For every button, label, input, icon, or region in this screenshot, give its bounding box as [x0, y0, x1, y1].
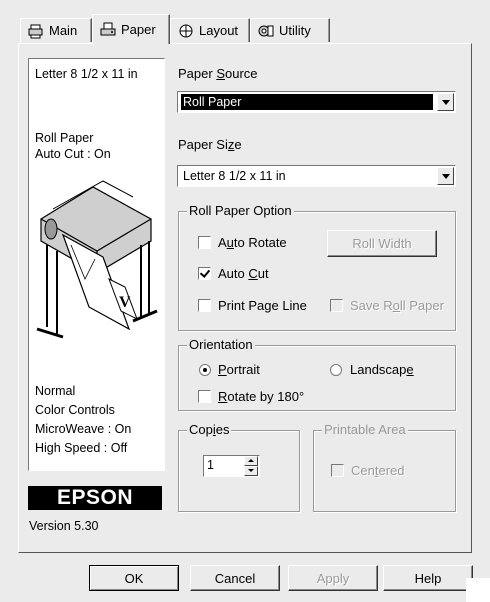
printer-properties-dialog: Main Paper Layout Utility Letter 8 1/2 x… [0, 0, 490, 602]
tab-layout-label: Layout [199, 23, 239, 38]
roll-printer-illustration: V [36, 180, 158, 339]
summary-auto-cut: Auto Cut : On [35, 147, 111, 161]
driver-version: Version 5.30 [29, 519, 99, 533]
tab-paper-label: Paper [121, 22, 156, 37]
tab-main-label: Main [49, 23, 78, 38]
rotate-180-label[interactable]: Rotate by 180° [218, 389, 304, 404]
roll-width-button[interactable]: Roll Width [327, 230, 437, 257]
tab-utility[interactable]: Utility [250, 18, 330, 42]
cancel-button[interactable]: Cancel [190, 565, 280, 591]
spin-up-icon[interactable] [244, 456, 258, 466]
paper-tab-icon [100, 22, 116, 35]
centered-checkbox[interactable] [331, 464, 344, 477]
centered-label[interactable]: Centered [351, 463, 405, 478]
help-button[interactable]: Help [383, 565, 473, 591]
orientation-title: Orientation [187, 337, 255, 352]
paper-size-value: Letter 8 1/2 x 11 in [183, 169, 286, 183]
auto-cut-checkbox[interactable] [198, 267, 211, 280]
summary-microweave: MicroWeave : On [35, 422, 132, 436]
paper-source-value: Roll Paper [181, 94, 433, 110]
save-roll-paper-label[interactable]: Save Roll Paper [350, 298, 444, 313]
save-roll-paper-checkbox[interactable] [330, 299, 343, 312]
layout-tab-icon [179, 24, 193, 37]
auto-cut-label[interactable]: Auto Cut [218, 266, 269, 281]
paper-size-select[interactable]: Letter 8 1/2 x 11 in [177, 165, 456, 187]
print-page-line-checkbox[interactable] [198, 299, 211, 312]
copies-title: Copies [187, 422, 232, 437]
portrait-label[interactable]: Portrait [218, 362, 260, 377]
spin-down-icon[interactable] [244, 466, 258, 476]
tab-utility-label: Utility [279, 23, 311, 38]
summary-paper-size: Letter 8 1/2 x 11 in [35, 67, 138, 81]
summary-color-controls: Color Controls [35, 403, 115, 417]
tab-main[interactable]: Main [20, 18, 92, 42]
settings-summary-box: Letter 8 1/2 x 11 in Roll Paper Auto Cut… [28, 58, 165, 471]
copies-value: 1 [207, 458, 214, 472]
copies-input[interactable]: 1 [203, 455, 260, 477]
portrait-radio[interactable] [199, 364, 211, 376]
paper-size-label: Paper Size [178, 137, 242, 152]
utility-tab-icon [258, 25, 274, 36]
printable-area-title: Printable Area [322, 422, 408, 437]
apply-button[interactable]: Apply [288, 565, 378, 591]
ok-button[interactable]: OK [89, 565, 179, 591]
landscape-label[interactable]: Landscape [350, 362, 414, 377]
epson-logo: EPSON [28, 486, 162, 510]
print-page-line-label[interactable]: Print Page Line [218, 298, 307, 313]
tab-layout[interactable]: Layout [170, 18, 250, 42]
main-tab-icon [28, 24, 43, 38]
summary-mode: Normal [35, 384, 76, 398]
auto-rotate-checkbox[interactable] [198, 236, 211, 249]
tab-paper[interactable]: Paper [92, 14, 170, 44]
paper-letter-mark: V [119, 294, 131, 311]
landscape-radio[interactable] [330, 364, 342, 376]
paper-source-label: Paper Source [178, 66, 258, 81]
rotate-180-checkbox[interactable] [198, 390, 211, 403]
chevron-down-icon[interactable] [437, 93, 454, 111]
chevron-down-icon[interactable] [437, 167, 454, 185]
summary-high-speed: High Speed : Off [35, 441, 128, 455]
paper-source-select[interactable]: Roll Paper [177, 91, 456, 113]
summary-paper-source: Roll Paper [35, 131, 94, 145]
auto-rotate-label[interactable]: Auto Rotate [218, 235, 287, 250]
roll-paper-option-title: Roll Paper Option [187, 203, 294, 218]
